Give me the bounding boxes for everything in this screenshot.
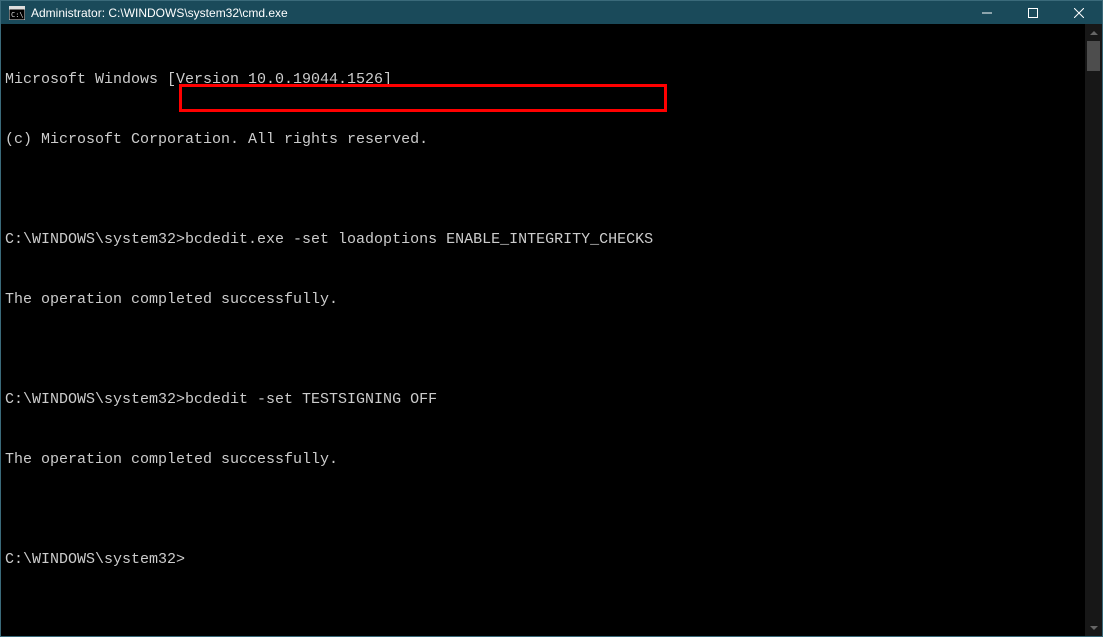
output-line: C:\WINDOWS\system32>bcdedit.exe -set loa… — [5, 230, 1085, 250]
output-line: The operation completed successfully. — [5, 290, 1085, 310]
output-line: (c) Microsoft Corporation. All rights re… — [5, 130, 1085, 150]
prompt-line: C:\WINDOWS\system32> — [5, 550, 1085, 570]
cmd-icon: C:\ — [9, 5, 25, 21]
svg-text:C:\: C:\ — [11, 11, 24, 19]
window-controls — [964, 1, 1102, 24]
output-line: C:\WINDOWS\system32>bcdedit -set TESTSIG… — [5, 390, 1085, 410]
terminal-area: Microsoft Windows [Version 10.0.19044.15… — [1, 24, 1102, 636]
scroll-down-icon[interactable] — [1085, 619, 1102, 636]
scrollbar-track[interactable] — [1085, 41, 1102, 619]
close-button[interactable] — [1056, 1, 1102, 24]
terminal-output[interactable]: Microsoft Windows [Version 10.0.19044.15… — [1, 24, 1085, 636]
window-title: Administrator: C:\WINDOWS\system32\cmd.e… — [31, 6, 964, 20]
output-line: The operation completed successfully. — [5, 450, 1085, 470]
scroll-up-icon[interactable] — [1085, 24, 1102, 41]
scrollbar-thumb[interactable] — [1087, 41, 1100, 71]
maximize-button[interactable] — [1010, 1, 1056, 24]
cmd-window: C:\ Administrator: C:\WINDOWS\system32\c… — [0, 0, 1103, 637]
titlebar[interactable]: C:\ Administrator: C:\WINDOWS\system32\c… — [1, 1, 1102, 24]
minimize-button[interactable] — [964, 1, 1010, 24]
output-line: Microsoft Windows [Version 10.0.19044.15… — [5, 70, 1085, 90]
scrollbar[interactable] — [1085, 24, 1102, 636]
